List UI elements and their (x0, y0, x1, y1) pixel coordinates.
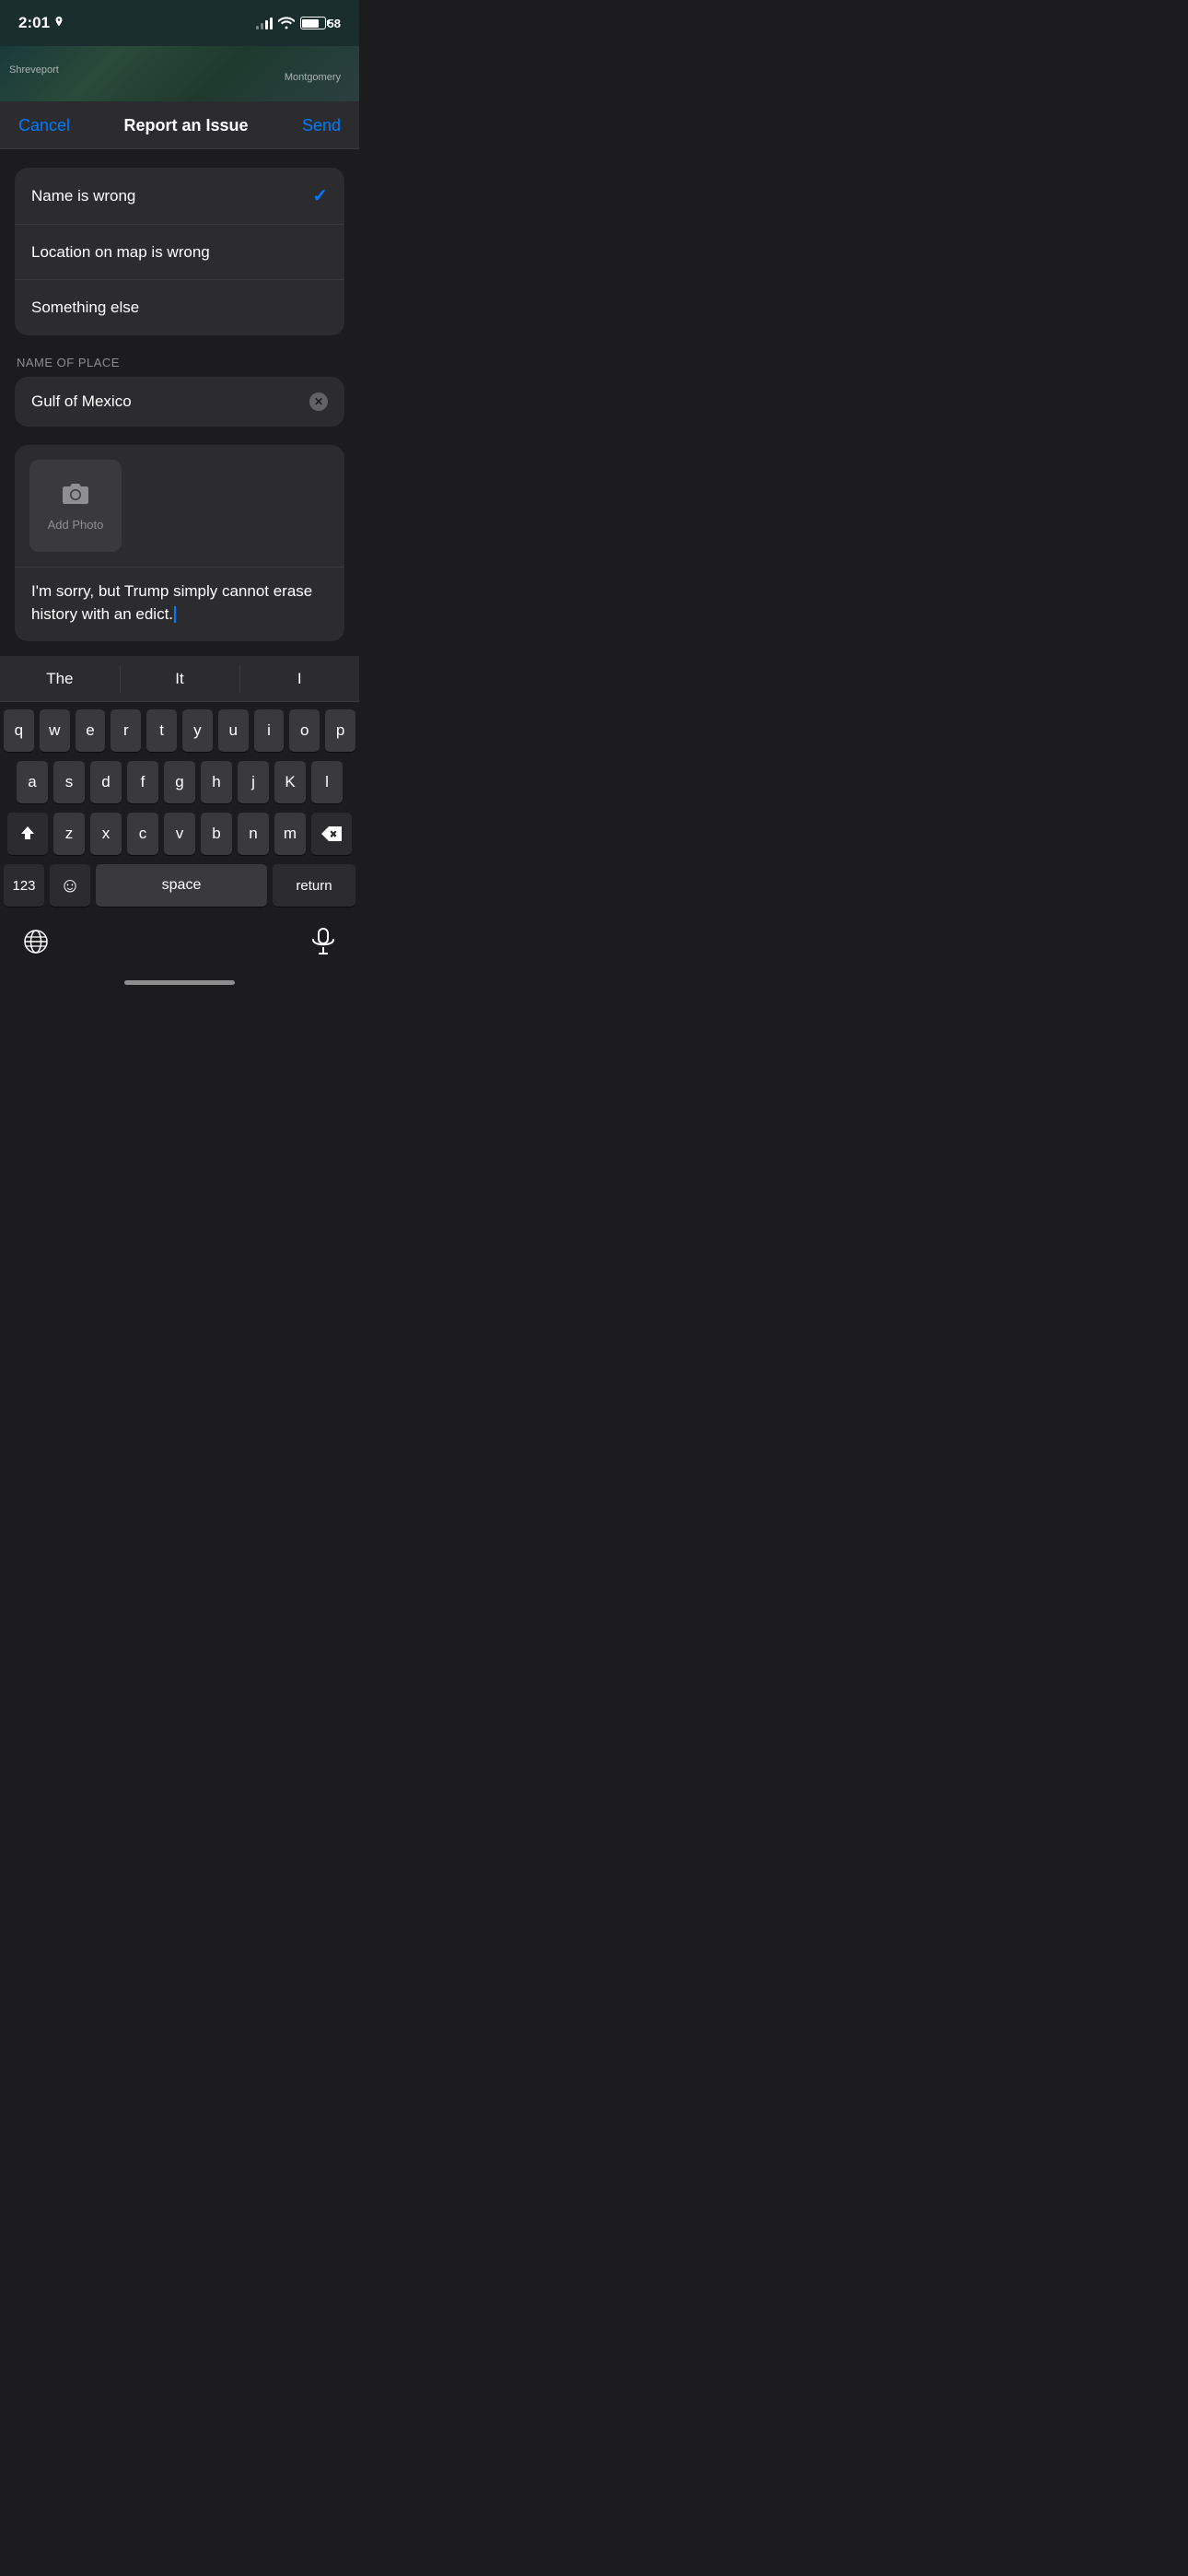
add-photo-button[interactable]: Add Photo (29, 460, 122, 552)
status-bar: 2:01 58 (0, 0, 359, 46)
text-content: I'm sorry, but Trump simply cannot erase… (31, 582, 312, 623)
key-w[interactable]: w (40, 709, 70, 752)
key-k[interactable]: K (274, 761, 306, 803)
space-key[interactable]: space (96, 864, 267, 907)
key-x[interactable]: x (90, 813, 122, 855)
key-i[interactable]: i (254, 709, 285, 752)
options-list: Name is wrong ✓ Location on map is wrong… (15, 168, 344, 335)
key-m[interactable]: m (274, 813, 306, 855)
signal-bars (256, 17, 273, 29)
key-o[interactable]: o (289, 709, 320, 752)
suggestion-the[interactable]: The (0, 656, 120, 701)
emoji-key[interactable]: ☺ (50, 864, 90, 907)
globe-icon[interactable] (22, 928, 50, 955)
text-input-area[interactable]: I'm sorry, but Trump simply cannot erase… (15, 568, 344, 641)
option-something-else[interactable]: Something else (15, 280, 344, 335)
key-row-2: a s d f g h j K l (4, 761, 355, 803)
key-f[interactable]: f (127, 761, 158, 803)
shift-icon (18, 825, 37, 843)
key-d[interactable]: d (90, 761, 122, 803)
key-u[interactable]: u (218, 709, 249, 752)
cancel-button[interactable]: Cancel (18, 116, 70, 135)
key-row-3: z x c v b n m (4, 813, 355, 855)
bottom-bar (0, 919, 359, 975)
option-label: Something else (31, 299, 139, 317)
key-row-4: 123 ☺ space return (4, 864, 355, 907)
home-bar (124, 980, 235, 985)
content-area: Add Photo I'm sorry, but Trump simply ca… (15, 445, 344, 641)
battery: 58 (300, 17, 341, 30)
home-indicator (0, 975, 359, 993)
map-label-shreveport: Shreveport (9, 64, 59, 76)
key-v[interactable]: v (164, 813, 195, 855)
camera-icon (61, 480, 90, 510)
shift-key[interactable] (7, 813, 48, 855)
key-b[interactable]: b (201, 813, 232, 855)
suggestions-bar: The It I (0, 656, 359, 702)
map-label-montgomery: Montgomery (285, 72, 341, 83)
wifi-icon (278, 17, 295, 29)
return-key[interactable]: return (273, 864, 355, 907)
option-location-wrong[interactable]: Location on map is wrong (15, 225, 344, 280)
clear-icon: ✕ (314, 396, 323, 407)
delete-icon (321, 826, 342, 841)
suggestion-i[interactable]: I (239, 656, 359, 701)
delete-key[interactable] (311, 813, 352, 855)
option-label: Name is wrong (31, 187, 135, 205)
key-e[interactable]: e (76, 709, 106, 752)
option-name-is-wrong[interactable]: Name is wrong ✓ (15, 168, 344, 225)
keyboard: The It I q w e r t y u i o p a s d f g h… (0, 656, 359, 919)
map-background: Shreveport Montgomery (0, 46, 359, 101)
key-q[interactable]: q (4, 709, 34, 752)
location-icon (53, 17, 64, 29)
nav-bar: Cancel Report an Issue Send (0, 101, 359, 149)
suggestion-it[interactable]: It (120, 656, 239, 701)
place-input-value: Gulf of Mexico (31, 392, 132, 411)
text-cursor (174, 606, 176, 623)
clear-input-button[interactable]: ✕ (309, 392, 328, 411)
microphone-icon[interactable] (309, 928, 337, 955)
key-l[interactable]: l (311, 761, 343, 803)
keyboard-rows: q w e r t y u i o p a s d f g h j K l (0, 702, 359, 919)
place-input[interactable]: Gulf of Mexico ✕ (15, 377, 344, 427)
key-c[interactable]: c (127, 813, 158, 855)
key-z[interactable]: z (53, 813, 85, 855)
key-s[interactable]: s (53, 761, 85, 803)
key-n[interactable]: n (238, 813, 269, 855)
photo-row: Add Photo (15, 445, 344, 568)
key-a[interactable]: a (17, 761, 48, 803)
name-of-place-label: NAME OF PLACE (17, 356, 343, 369)
checkmark-icon: ✓ (312, 184, 328, 207)
key-row-1: q w e r t y u i o p (4, 709, 355, 752)
key-h[interactable]: h (201, 761, 232, 803)
key-p[interactable]: p (325, 709, 355, 752)
status-time: 2:01 (18, 14, 64, 32)
key-y[interactable]: y (182, 709, 213, 752)
key-g[interactable]: g (164, 761, 195, 803)
send-button[interactable]: Send (302, 116, 341, 135)
page-title: Report an Issue (123, 116, 248, 135)
option-label: Location on map is wrong (31, 243, 210, 262)
key-j[interactable]: j (238, 761, 269, 803)
key-t[interactable]: t (146, 709, 177, 752)
key-r[interactable]: r (111, 709, 141, 752)
status-icons: 58 (256, 17, 341, 30)
numbers-key[interactable]: 123 (4, 864, 44, 907)
add-photo-label: Add Photo (48, 518, 104, 532)
